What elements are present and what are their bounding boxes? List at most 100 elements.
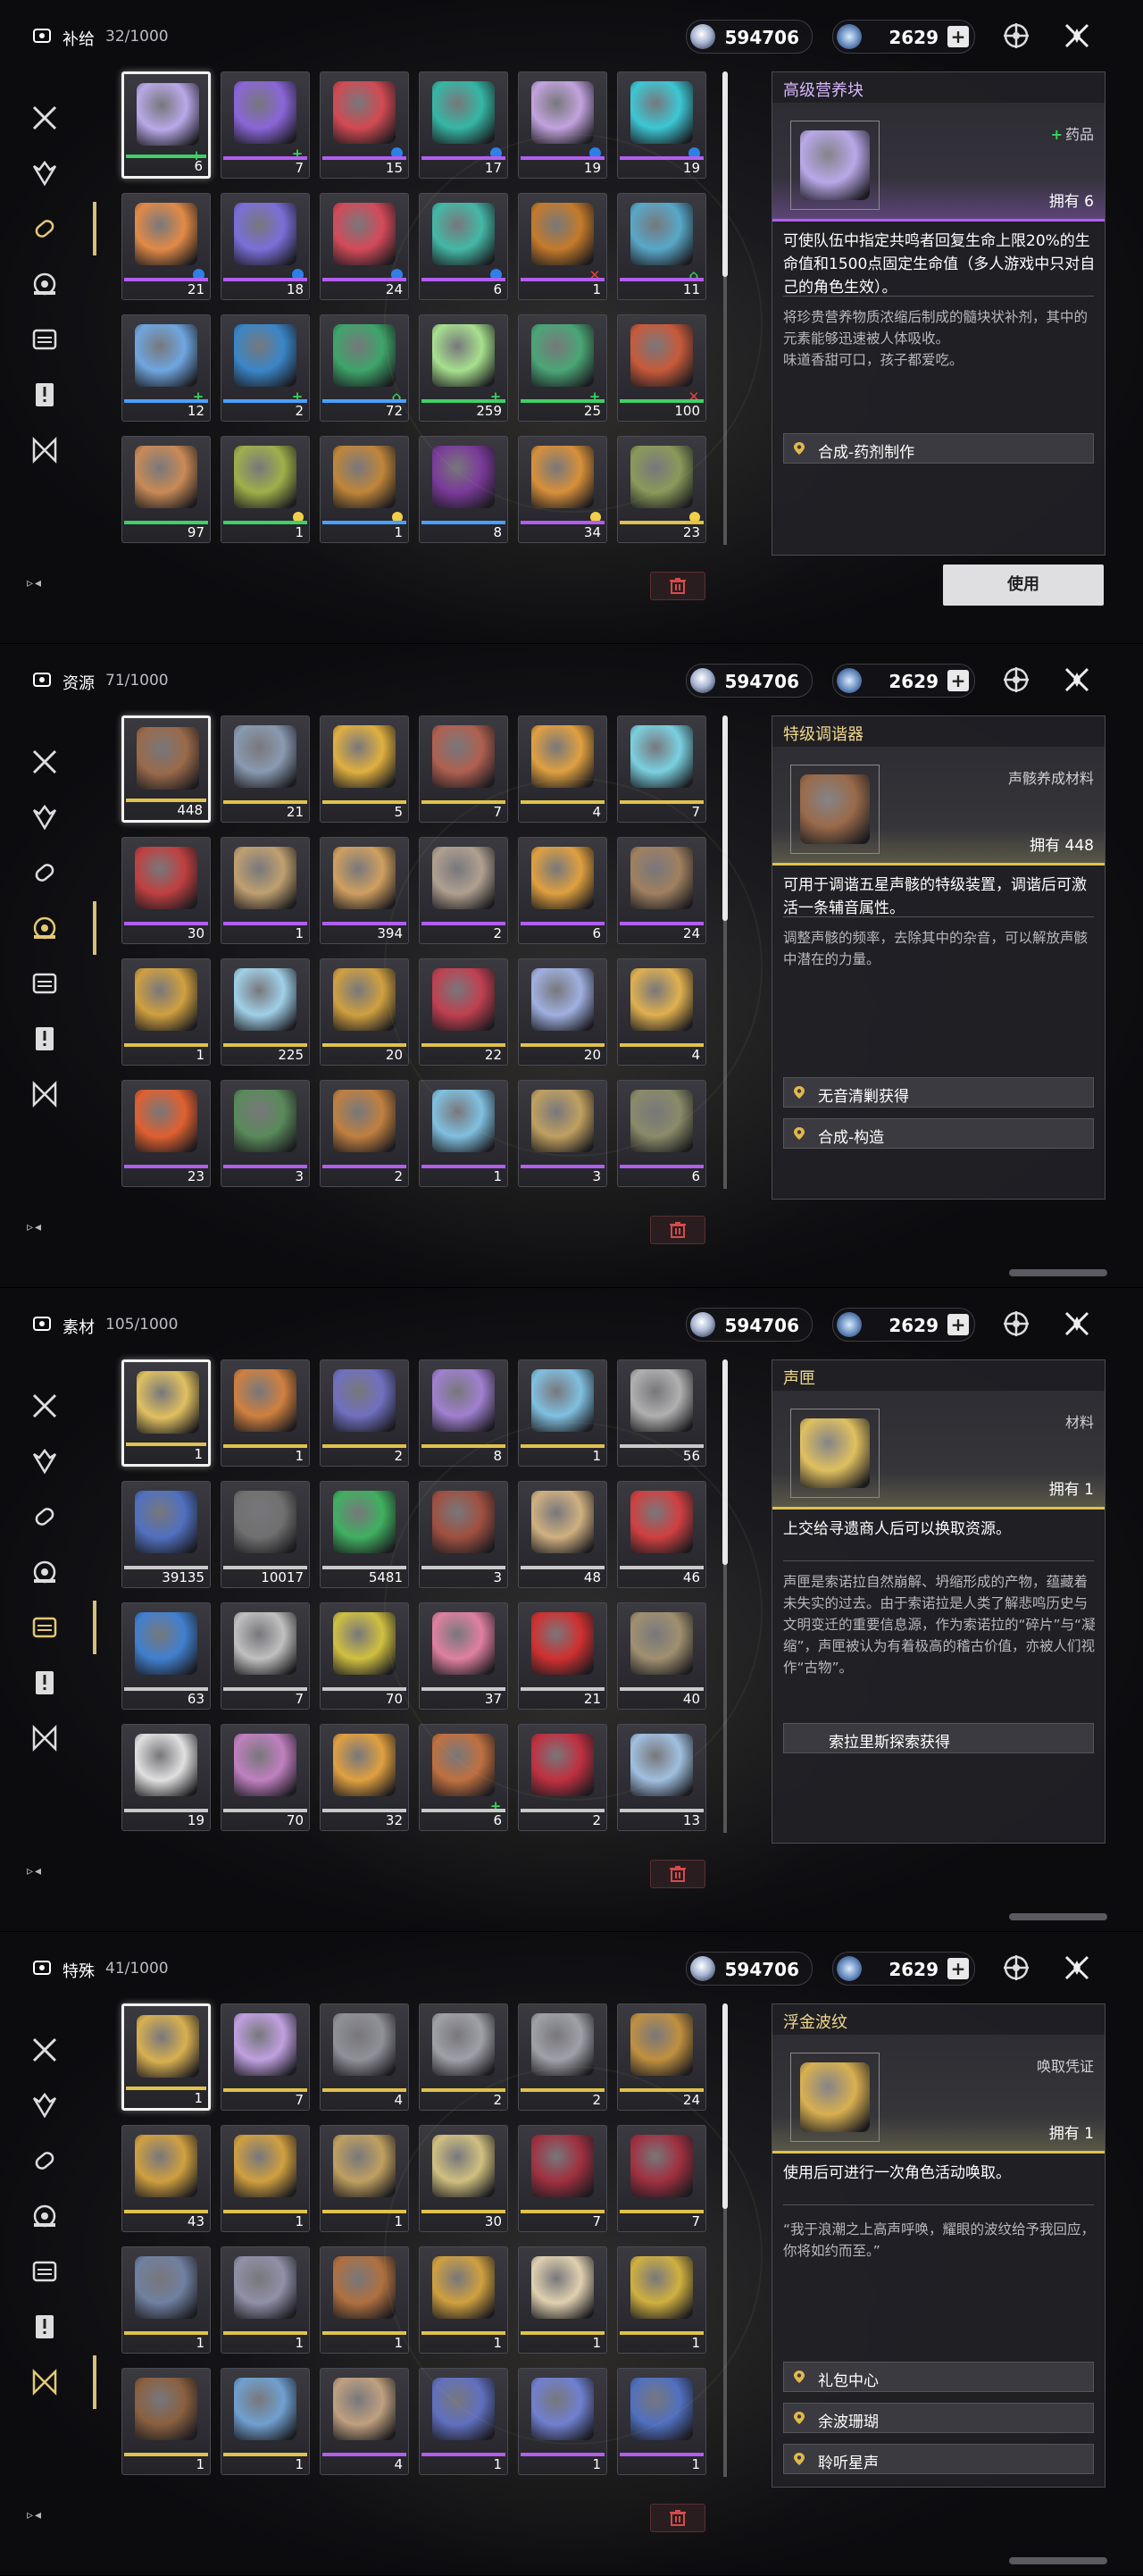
item-slot[interactable]: 3 xyxy=(221,1080,310,1187)
sidebar-weapon[interactable] xyxy=(25,2030,64,2070)
item-slot[interactable]: 1 xyxy=(320,2246,409,2354)
item-slot[interactable]: 7 xyxy=(221,2003,310,2111)
item-slot[interactable]: 2 xyxy=(320,1080,409,1187)
item-slot[interactable]: 34 xyxy=(518,436,607,543)
item-slot[interactable]: 4 xyxy=(320,2003,409,2111)
item-slot[interactable]: 30 xyxy=(419,2125,508,2232)
item-slot[interactable]: 10017 xyxy=(221,1481,310,1588)
sidebar-echo[interactable] xyxy=(25,1442,64,1481)
grid-scroll-thumb[interactable] xyxy=(722,71,728,277)
item-slot[interactable]: 15 xyxy=(320,71,409,179)
item-slot[interactable]: 20 xyxy=(518,958,607,1066)
item-slot[interactable]: 1 xyxy=(121,958,211,1066)
close-icon[interactable] xyxy=(1061,20,1093,52)
sidebar-mission-item[interactable] xyxy=(25,375,64,414)
item-slot[interactable]: 21 xyxy=(221,715,310,823)
item-slot[interactable]: 32 xyxy=(320,1724,409,1831)
item-slot[interactable]: 4 xyxy=(617,958,706,1066)
item-slot[interactable]: 70 xyxy=(221,1724,310,1831)
item-slot[interactable]: 7 xyxy=(419,715,508,823)
add-astrite-button[interactable]: + xyxy=(947,670,969,691)
item-slot[interactable]: 40 xyxy=(617,1602,706,1710)
sidebar-supply[interactable] xyxy=(25,1497,64,1536)
item-slot[interactable]: +6 xyxy=(419,1724,508,1831)
item-slot[interactable]: 1 xyxy=(419,2246,508,2354)
item-slot[interactable]: 37 xyxy=(419,1602,508,1710)
sidebar-mission-item[interactable] xyxy=(25,2307,64,2346)
sidebar-weapon[interactable] xyxy=(25,98,64,138)
item-slot[interactable]: 1 xyxy=(419,2368,508,2475)
collapse-arrows-icon[interactable]: ▹◂ xyxy=(27,576,43,590)
item-slot[interactable]: 1 xyxy=(121,2003,211,2111)
item-slot[interactable]: ⌂ 72 xyxy=(320,314,409,422)
item-slot[interactable]: 2 xyxy=(320,1359,409,1467)
item-slot[interactable]: 19 xyxy=(121,1724,211,1831)
collapse-arrows-icon[interactable]: ▹◂ xyxy=(27,1220,43,1234)
acquire-source-button[interactable]: 礼包中心 xyxy=(783,2362,1094,2392)
item-slot[interactable]: 1 xyxy=(121,2368,211,2475)
discard-button[interactable] xyxy=(650,572,705,600)
item-slot[interactable]: 21 xyxy=(121,193,211,300)
item-slot[interactable]: +259 xyxy=(419,314,508,422)
sidebar-special[interactable] xyxy=(25,2363,64,2402)
item-slot[interactable]: 22 xyxy=(419,958,508,1066)
item-slot[interactable]: 3 xyxy=(518,1080,607,1187)
sidebar-weapon[interactable] xyxy=(25,742,64,782)
sidebar-special[interactable] xyxy=(25,1719,64,1758)
item-slot[interactable]: 1 xyxy=(221,837,310,944)
sidebar-supply[interactable] xyxy=(25,853,64,892)
item-slot[interactable]: 1 xyxy=(320,436,409,543)
sidebar-echo[interactable] xyxy=(25,2086,64,2125)
item-slot[interactable]: 225 xyxy=(221,958,310,1066)
acquire-source-button[interactable]: 合成-构造 xyxy=(783,1118,1094,1149)
grid-scroll-thumb[interactable] xyxy=(722,715,728,921)
close-icon[interactable] xyxy=(1061,1308,1093,1340)
item-slot[interactable]: +25 xyxy=(518,314,607,422)
item-slot[interactable]: 1 xyxy=(320,2125,409,2232)
item-slot[interactable]: 7 xyxy=(617,715,706,823)
item-slot[interactable]: 23 xyxy=(617,436,706,543)
sidebar-resource[interactable] xyxy=(25,264,64,304)
sidebar-mission-item[interactable] xyxy=(25,1019,64,1058)
item-slot[interactable]: +7 xyxy=(221,71,310,179)
item-slot[interactable]: 3 xyxy=(419,1481,508,1588)
item-slot[interactable]: 13 xyxy=(617,1724,706,1831)
item-slot[interactable]: 448 xyxy=(121,715,211,823)
item-slot[interactable]: 18 xyxy=(221,193,310,300)
sidebar-special[interactable] xyxy=(25,1075,64,1114)
sidebar-mission-item[interactable] xyxy=(25,1663,64,1702)
collapse-arrows-icon[interactable]: ▹◂ xyxy=(27,1864,43,1878)
add-astrite-button[interactable]: + xyxy=(947,26,969,47)
item-slot[interactable]: +6 xyxy=(121,71,211,179)
item-slot[interactable]: 30 xyxy=(121,837,211,944)
item-slot[interactable]: 2 xyxy=(518,1724,607,1831)
item-slot[interactable]: 1 xyxy=(221,1359,310,1467)
item-slot[interactable]: 1 xyxy=(419,1080,508,1187)
item-slot[interactable]: 8 xyxy=(419,1359,508,1467)
item-slot[interactable]: 63 xyxy=(121,1602,211,1710)
item-slot[interactable]: 5481 xyxy=(320,1481,409,1588)
sort-filter-icon[interactable] xyxy=(1000,20,1032,52)
item-slot[interactable]: 4 xyxy=(320,2368,409,2475)
item-slot[interactable]: 7 xyxy=(617,2125,706,2232)
item-slot[interactable]: 19 xyxy=(518,71,607,179)
item-slot[interactable]: 2 xyxy=(419,2003,508,2111)
acquire-source-button[interactable]: 无音清剿获得 xyxy=(783,1077,1094,1108)
item-slot[interactable]: 17 xyxy=(419,71,508,179)
sidebar-resource[interactable] xyxy=(25,2196,64,2236)
item-slot[interactable]: 23 xyxy=(121,1080,211,1187)
item-slot[interactable]: 70 xyxy=(320,1602,409,1710)
item-slot[interactable]: +2 xyxy=(221,314,310,422)
add-astrite-button[interactable]: + xyxy=(947,1314,969,1335)
sidebar-material[interactable] xyxy=(25,2252,64,2291)
item-slot[interactable]: 1 xyxy=(221,2125,310,2232)
item-slot[interactable]: 1 xyxy=(518,1359,607,1467)
item-slot[interactable]: 1 xyxy=(221,436,310,543)
grid-scroll-thumb[interactable] xyxy=(722,1359,728,1565)
item-slot[interactable]: 24 xyxy=(617,2003,706,2111)
item-slot[interactable]: 6 xyxy=(617,1080,706,1187)
item-slot[interactable]: 43 xyxy=(121,2125,211,2232)
item-slot[interactable]: 2 xyxy=(419,837,508,944)
acquire-source-button[interactable]: 余波珊瑚 xyxy=(783,2403,1094,2433)
item-slot[interactable]: ✕ 1 xyxy=(518,193,607,300)
